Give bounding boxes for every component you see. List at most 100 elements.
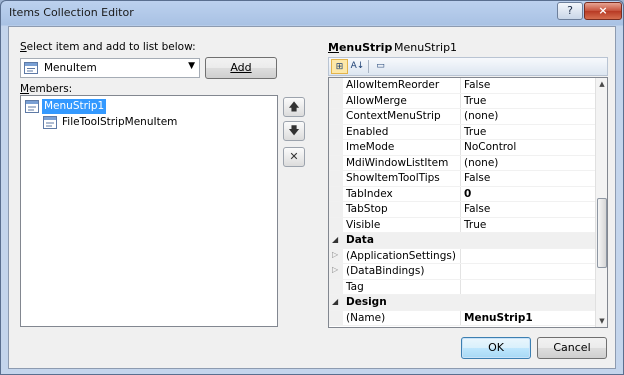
property-row[interactable]: TabStop False (329, 202, 595, 218)
select-item-label-text: elect item and add to list below: (26, 41, 196, 53)
menu-item-icon (43, 116, 57, 129)
members-mnemonic: M (20, 83, 30, 95)
property-row[interactable]: MdiWindowListItem (none) (329, 155, 595, 171)
property-pages-button[interactable]: ▭ (372, 59, 389, 74)
selected-object-name: MenuStrip1 (394, 41, 458, 54)
property-name: AllowMerge (346, 94, 407, 107)
property-value[interactable]: (none) (460, 155, 498, 170)
property-name: MdiWindowListItem (346, 156, 449, 169)
property-value[interactable] (460, 264, 464, 279)
scroll-down-arrow[interactable]: ▼ (596, 315, 607, 327)
members-label: Members: (20, 83, 72, 95)
property-row-margin (329, 171, 343, 186)
property-value[interactable]: True (460, 124, 486, 139)
title-bar[interactable]: Items Collection Editor ? × (1, 1, 623, 25)
ok-button[interactable]: OK (461, 337, 531, 359)
select-item-label: Select item and add to list below: (20, 41, 196, 53)
item-type-value: MenuItem (44, 62, 97, 74)
property-value[interactable]: True (460, 93, 486, 108)
property-name: (ApplicationSettings) (346, 249, 456, 262)
property-row[interactable]: ▷ (DataBindings) (329, 264, 595, 280)
item-type-combobox[interactable]: MenuItem ▼ (20, 58, 200, 78)
add-button[interactable]: Add (205, 57, 277, 79)
property-row-margin (329, 93, 343, 108)
property-row-margin (329, 310, 343, 325)
property-row-margin (329, 217, 343, 232)
property-name: (DataBindings) (346, 265, 425, 277)
help-button[interactable]: ? (557, 2, 583, 20)
expand-triangle-icon[interactable]: ▷ (332, 250, 338, 259)
move-down-button[interactable]: 🡇 (283, 121, 305, 141)
collapse-triangle-icon[interactable]: ◢ (332, 235, 338, 244)
property-row-margin (329, 124, 343, 139)
property-name: Visible (346, 218, 381, 231)
chevron-down-icon[interactable]: ▼ (188, 61, 195, 71)
property-name: AllowItemReorder (346, 79, 440, 91)
arrow-down-icon: 🡇 (288, 124, 300, 137)
menu-item-icon (24, 62, 38, 74)
property-value[interactable]: False (460, 171, 490, 186)
property-grid-scrollbar[interactable]: ▲ ▼ (595, 78, 607, 327)
property-category-design[interactable]: ◢ Design (329, 295, 595, 311)
property-value[interactable]: NoControl (460, 140, 516, 155)
property-row[interactable]: TabIndex 0 (329, 186, 595, 202)
property-value[interactable]: MenuStrip1 (460, 310, 533, 325)
property-row[interactable]: AllowMerge True (329, 93, 595, 109)
select-item-mnemonic: S (20, 41, 27, 53)
property-row-margin (329, 140, 343, 155)
property-name: TabStop (346, 203, 388, 215)
categorized-button[interactable]: ⊞ (331, 59, 348, 74)
property-row[interactable]: Visible True (329, 217, 595, 233)
property-value[interactable]: False (460, 78, 490, 93)
category-label: Data (346, 234, 374, 246)
scrollbar-thumb[interactable] (597, 198, 607, 268)
property-row-margin (329, 202, 343, 217)
property-row[interactable]: ImeMode NoControl (329, 140, 595, 156)
member-label: MenuStrip1 (42, 99, 107, 114)
property-row-margin (329, 155, 343, 170)
property-row[interactable]: ▷ (ApplicationSettings) (329, 248, 595, 264)
close-button[interactable]: × (584, 2, 622, 20)
property-row-margin (329, 109, 343, 124)
property-value[interactable] (460, 279, 464, 294)
cancel-button[interactable]: Cancel (537, 337, 607, 359)
members-tree[interactable]: MenuStrip1 FileToolStripMenuItem (20, 95, 278, 327)
remove-button[interactable]: ✕ (283, 147, 305, 167)
property-category-data[interactable]: ◢ Data (329, 233, 595, 249)
property-name: (Name) (346, 311, 386, 324)
members-label-text: embers: (29, 83, 73, 95)
expand-triangle-icon[interactable]: ▷ (332, 265, 338, 274)
property-grid[interactable]: AllowItemReorder False AllowMerge True Conte… (328, 77, 608, 328)
property-row[interactable]: AllowItemReorder False (329, 78, 595, 94)
property-row-margin (329, 279, 343, 294)
property-grid-header: MenuStrip MenuStrip1 (328, 41, 457, 54)
property-row[interactable]: Tag (329, 279, 595, 295)
remove-icon: ✕ (289, 150, 299, 163)
menustrip-icon (25, 100, 39, 113)
dialog-client-area: Select item and add to list below: MenuI… (8, 26, 616, 369)
property-name: Enabled (346, 125, 389, 138)
window-title: Items Collection Editor (9, 6, 134, 19)
property-name: ShowItemToolTips (346, 172, 440, 184)
alphabetical-button[interactable]: A↓ (349, 59, 366, 74)
property-value[interactable] (460, 248, 464, 263)
property-value[interactable]: True (460, 217, 486, 232)
property-name: ContextMenuStrip (346, 110, 441, 122)
property-row[interactable]: ContextMenuStrip (none) (329, 109, 595, 125)
property-value[interactable]: 0 (460, 186, 471, 201)
scroll-up-arrow[interactable]: ▲ (596, 78, 607, 90)
property-row[interactable]: (Name) MenuStrip1 (329, 310, 595, 326)
property-row[interactable]: Enabled True (329, 124, 595, 140)
property-value[interactable]: (none) (460, 109, 498, 124)
move-up-button[interactable]: 🡅 (283, 97, 305, 117)
categorized-icon: ⊞ (335, 62, 344, 72)
property-row[interactable]: ShowItemToolTips False (329, 171, 595, 187)
member-label: FileToolStripMenuItem (62, 116, 178, 128)
sort-alphabetical-icon: A↓ (350, 61, 365, 71)
property-value[interactable]: False (460, 202, 490, 217)
collapse-triangle-icon[interactable]: ◢ (332, 297, 338, 306)
add-button-label: Add (230, 61, 252, 74)
selected-object-type: MenuStrip (328, 41, 392, 54)
property-row-margin (329, 78, 343, 93)
items-collection-editor-window: Items Collection Editor ? × Select item … (0, 0, 624, 375)
